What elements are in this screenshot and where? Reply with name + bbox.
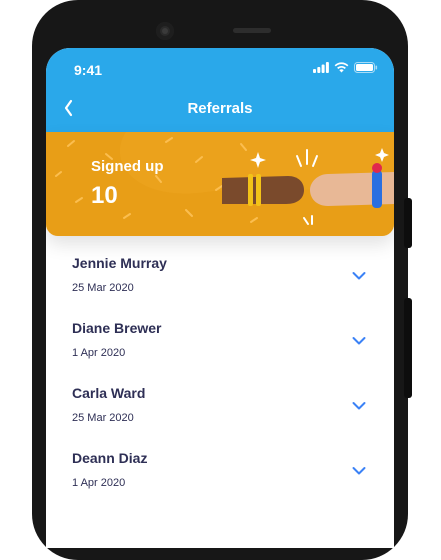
- signed-up-count: 10: [91, 182, 118, 209]
- referral-date: 25 Mar 2020: [72, 412, 134, 424]
- wifi-icon: [334, 62, 349, 73]
- referral-name: Carla Ward: [72, 385, 146, 401]
- front-camera: [156, 22, 174, 40]
- referral-date: 25 Mar 2020: [72, 282, 134, 294]
- list-item[interactable]: Jennie Murray 25 Mar 2020: [46, 236, 394, 301]
- page-title: Referrals: [187, 100, 253, 117]
- app-screen: 9:41 Referrals Signed up 10 Jennie Murra…: [46, 48, 394, 548]
- speaker-grille: [233, 28, 271, 33]
- list-item[interactable]: Diane Brewer 1 Apr 2020: [46, 301, 394, 366]
- battery-icon: [354, 62, 378, 73]
- status-time: 9:41: [74, 62, 103, 78]
- list-item[interactable]: Carla Ward 25 Mar 2020: [46, 366, 394, 431]
- signed-up-banner: Signed up 10: [46, 132, 394, 236]
- referral-list: Jennie Murray 25 Mar 2020 Diane Brewer 1…: [46, 236, 394, 496]
- volume-button: [404, 298, 412, 398]
- referral-name: Jennie Murray: [72, 255, 167, 271]
- signed-up-label: Signed up: [91, 158, 164, 175]
- referral-name: Deann Diaz: [72, 450, 148, 466]
- referral-name: Diane Brewer: [72, 320, 162, 336]
- referral-date: 1 Apr 2020: [72, 347, 126, 359]
- list-item[interactable]: Deann Diaz 1 Apr 2020: [46, 431, 394, 496]
- side-button: [404, 198, 412, 248]
- referral-date: 1 Apr 2020: [72, 477, 126, 489]
- chevron-down-icon[interactable]: [352, 271, 366, 281]
- signal-icon: [313, 62, 329, 73]
- status-icons: [313, 62, 378, 73]
- chevron-down-icon[interactable]: [352, 336, 366, 346]
- chevron-down-icon[interactable]: [352, 401, 366, 411]
- chevron-down-icon[interactable]: [352, 466, 366, 476]
